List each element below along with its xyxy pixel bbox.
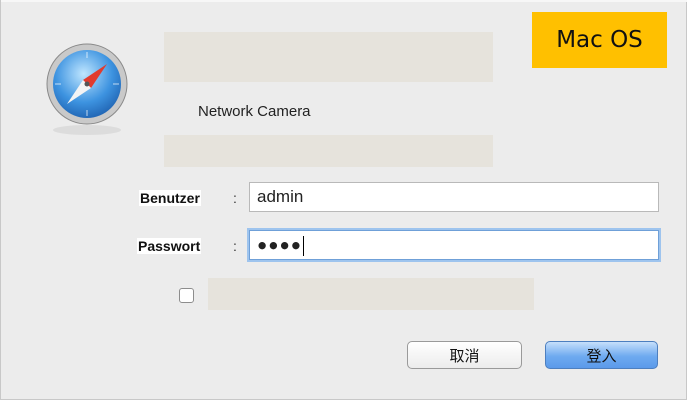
password-label: Passwort (137, 238, 202, 254)
redacted-block (164, 135, 493, 167)
os-badge: Mac OS (532, 12, 667, 68)
text-caret (303, 235, 305, 256)
username-colon: : (233, 190, 237, 206)
remember-checkbox[interactable] (179, 288, 194, 303)
redacted-block (208, 278, 534, 310)
login-button[interactable]: 登入 (545, 341, 658, 369)
password-colon: : (233, 238, 237, 254)
top-edge (1, 0, 687, 2)
dialog-title: Network Camera (198, 103, 311, 120)
redacted-block (164, 32, 493, 82)
cancel-button[interactable]: 取消 (407, 341, 522, 369)
username-value: admin (257, 187, 304, 206)
password-value: ●●●● (257, 235, 303, 255)
password-field[interactable]: ●●●● (249, 230, 659, 260)
safari-compass-icon (46, 43, 128, 135)
username-label: Benutzer (139, 190, 201, 206)
username-field[interactable]: admin (249, 182, 659, 212)
